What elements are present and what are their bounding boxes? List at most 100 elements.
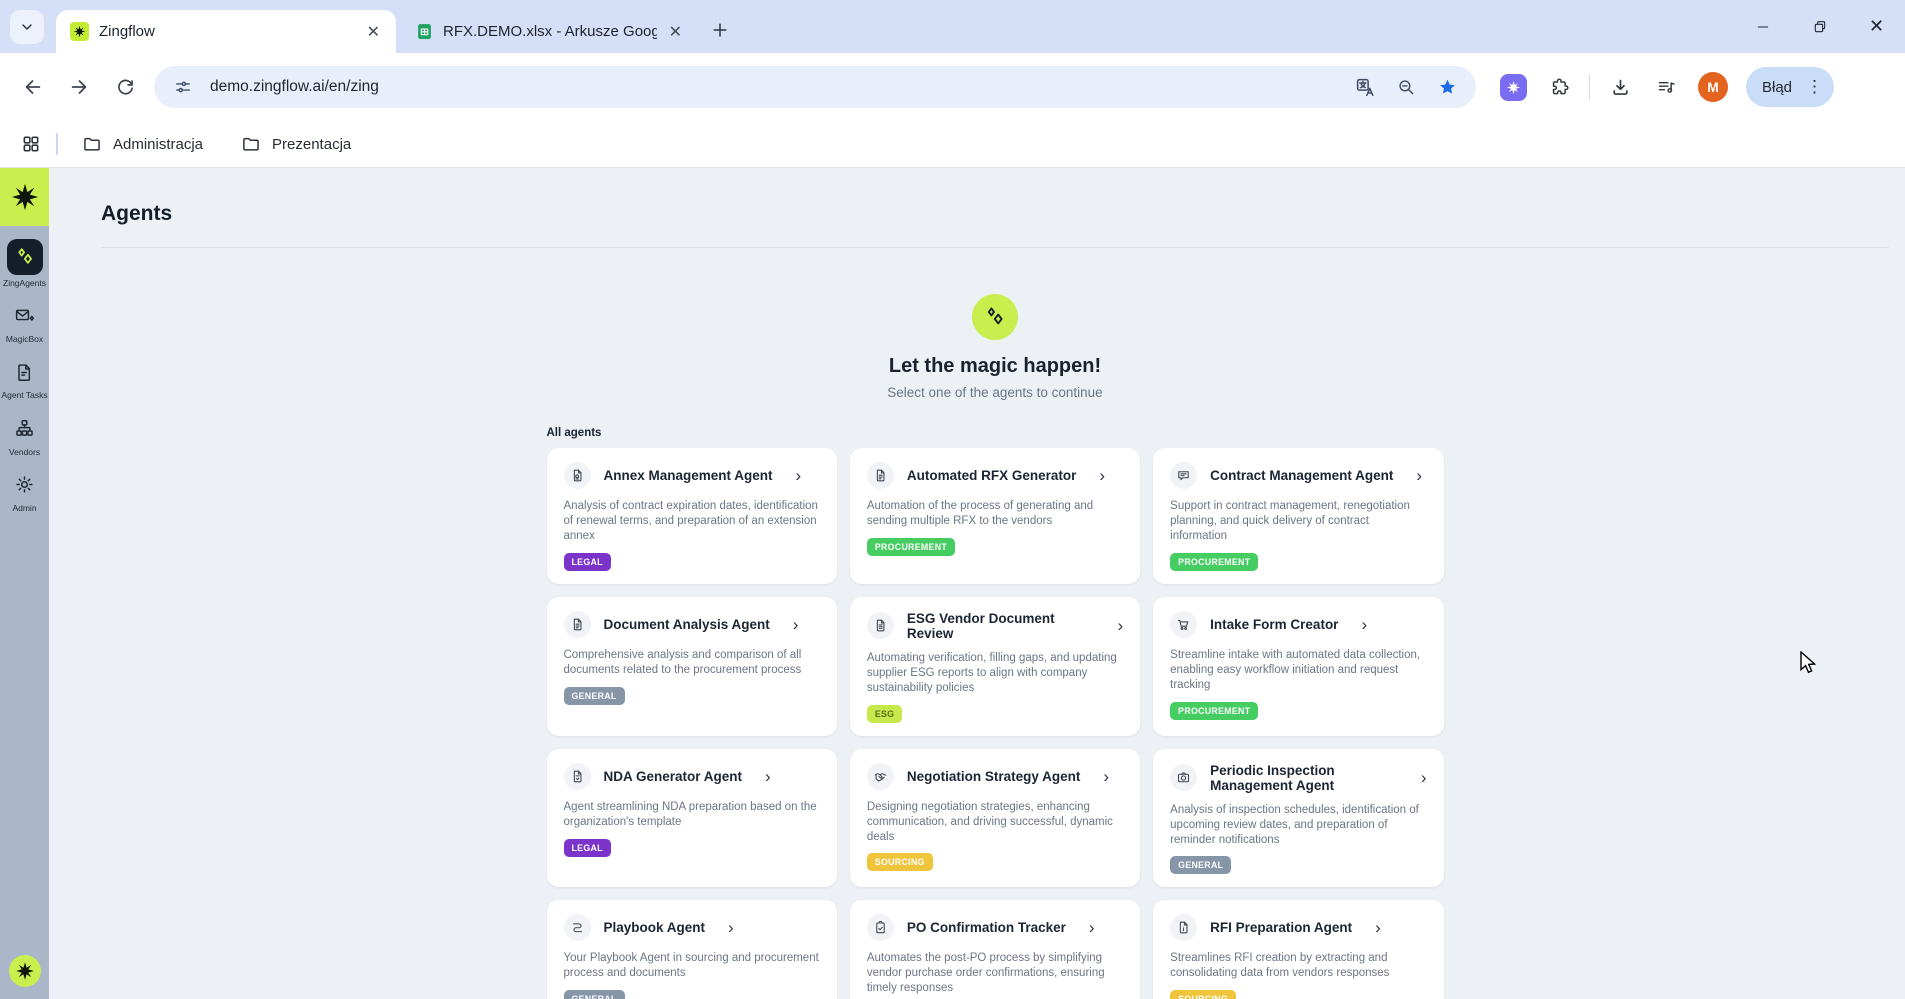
bookmark-folder-administracja[interactable]: Administracja [70,128,215,160]
agent-card[interactable]: Annex Management Agent › Analysis of contr… [546,448,837,584]
tab-title: Zingflow [99,23,155,40]
chevron-down-icon [19,19,35,35]
vendors-icon [7,414,43,444]
bookmark-folder-prezentacja[interactable]: Prezentacja [229,128,363,160]
tab-search-button[interactable] [10,10,44,44]
chevron-right-icon: › [1375,918,1381,938]
sidebar-nav: ZingAgents MagicBox Agent Tasks Vendors Admi… [0,226,49,513]
sidebar-item-zingagents[interactable]: ZingAgents [0,239,49,288]
agent-card-header: PO Confirmation Tracker › [866,914,1123,942]
agent-card-header: Negotiation Strategy Agent › [866,762,1123,790]
sidebar-item-agent-tasks[interactable]: Agent Tasks [0,357,49,400]
chevron-right-icon: › [795,466,802,485]
downloads-icon[interactable] [1600,67,1640,107]
browser-toolbar: demo.zingflow.ai/en/zing M Błąd ⋮ [0,53,1905,121]
chevron-right-icon: › [1416,466,1423,485]
browser-menu-chip[interactable]: Błąd ⋮ [1746,67,1835,107]
agent-category-badge: SOURCING [866,853,933,872]
agent-card-header: Playbook Agent › [563,914,820,942]
extension-starburst-icon[interactable] [1500,73,1527,101]
admin-gear-icon [7,470,43,500]
agent-name: Negotiation Strategy Agent [906,768,1081,784]
agent-card-header: Intake Form Creator › [1170,610,1426,638]
agent-card-header: ESG Vendor Document Review › [866,611,1124,641]
sidebar-item-label: Vendors [8,446,41,457]
agent-description: Comprehensive analysis and comparison of… [563,648,802,676]
agent-description: Streamline intake with automated data co… [1170,648,1421,691]
profile-avatar[interactable]: M [1698,72,1728,102]
sidebar-item-label: MagicBox [5,334,44,345]
back-button[interactable] [10,64,56,110]
document-stamp-icon [563,462,591,489]
close-window-button[interactable]: ✕ [1848,0,1905,53]
agent-card[interactable]: Periodic Inspection Management Agent › Ana… [1153,748,1444,888]
google-sheets-icon [416,23,433,40]
agent-card[interactable]: RFI Preparation Agent › Streamlines RFI cr… [1153,900,1444,999]
close-tab-icon[interactable]: ✕ [365,22,382,42]
translate-icon[interactable] [1351,77,1379,98]
agent-card[interactable]: Playbook Agent › Your Playbook Agent in so… [546,900,837,999]
sidebar-user-avatar[interactable] [8,955,41,987]
document-icon [866,462,894,489]
media-controls-icon[interactable] [1646,67,1686,107]
apps-grid-icon[interactable] [14,127,48,161]
bookmarks-list: Administracja Prezentacja [70,128,377,160]
agent-category-badge: LEGAL [563,838,611,857]
agent-category-badge: GENERAL [1170,856,1232,875]
bookmark-star-icon[interactable] [1433,77,1461,98]
site-controls-icon[interactable] [169,77,197,97]
agent-category-badge: PROCUREMENT [866,537,956,556]
magic-sparkles-icon [972,294,1018,340]
agent-description: Support in contract management, renegoti… [1170,500,1410,542]
tab-spreadsheet[interactable]: RFX.DEMO.xlsx - Arkusze Goog ✕ [402,10,698,53]
agent-name: Document Analysis Agent [603,616,770,632]
sidebar-item-label: Admin [12,502,37,513]
agent-card[interactable]: PO Confirmation Tracker › Automates the po… [849,900,1141,999]
new-tab-button[interactable] [710,20,730,40]
tab-zingflow[interactable]: Zingflow ✕ [56,10,396,53]
restore-button[interactable] [1791,0,1848,53]
zing-agents-icon [6,239,43,275]
agent-tasks-icon [7,357,43,387]
reload-button[interactable] [102,64,148,110]
agent-card[interactable]: Automated RFX Generator › Automation of th… [849,448,1141,584]
agent-card[interactable]: Intake Form Creator › Streamline intake wi… [1153,596,1444,736]
bookmark-label: Prezentacja [272,135,352,153]
toolbar-divider [1589,74,1590,100]
sidebar-item-admin[interactable]: Admin [0,470,49,513]
chevron-right-icon: › [1099,466,1106,485]
sidebar-item-vendors[interactable]: Vendors [0,414,49,457]
agent-card-header: Document Analysis Agent › [563,610,820,638]
close-tab-icon[interactable]: ✕ [667,22,684,42]
minimize-button[interactable] [1734,0,1791,53]
agent-card-header: Contract Management Agent › [1170,462,1426,489]
agent-card[interactable]: Negotiation Strategy Agent › Designing neg… [849,748,1141,888]
agent-card[interactable]: ESG Vendor Document Review › Automating ve… [849,596,1141,736]
agent-card[interactable]: NDA Generator Agent › Agent streamlining N… [546,748,837,888]
agent-description: Designing negotiation strategies, enhanc… [866,800,1113,843]
browser-tab-strip: Zingflow ✕ RFX.DEMO.xlsx - Arkusze Goog … [0,0,1905,53]
forward-button[interactable] [56,64,102,110]
extensions-puzzle-icon[interactable] [1539,67,1579,107]
menu-chip-label: Błąd [1762,78,1793,96]
agent-category-badge: GENERAL [563,686,625,705]
agent-card[interactable]: Document Analysis Agent › Comprehensive an… [546,596,837,736]
sidebar-item-label: ZingAgents [3,278,46,288]
agent-card[interactable]: Contract Management Agent › Support in con… [1153,448,1444,584]
camera-icon [1170,764,1198,792]
magic-box-icon [7,301,43,331]
chevron-right-icon: › [1117,616,1124,636]
agent-card-header: RFI Preparation Agent › [1170,914,1426,942]
chevron-right-icon: › [1420,768,1427,788]
agents-grid: Annex Management Agent › Analysis of contr… [546,448,1444,999]
agent-description: Automates the post-PO process by simplif… [866,952,1105,995]
agent-category-badge: LEGAL [563,552,611,571]
sidebar-item-magicbox[interactable]: MagicBox [0,301,49,344]
address-bar[interactable]: demo.zingflow.ai/en/zing [154,66,1476,108]
agent-name: Automated RFX Generator [906,468,1077,483]
zoom-icon[interactable] [1392,77,1420,97]
kebab-menu-icon[interactable]: ⋮ [1800,77,1830,97]
page-title: Agents [101,202,173,225]
agent-name: RFI Preparation Agent [1210,920,1353,936]
zingflow-logo[interactable] [0,168,49,226]
